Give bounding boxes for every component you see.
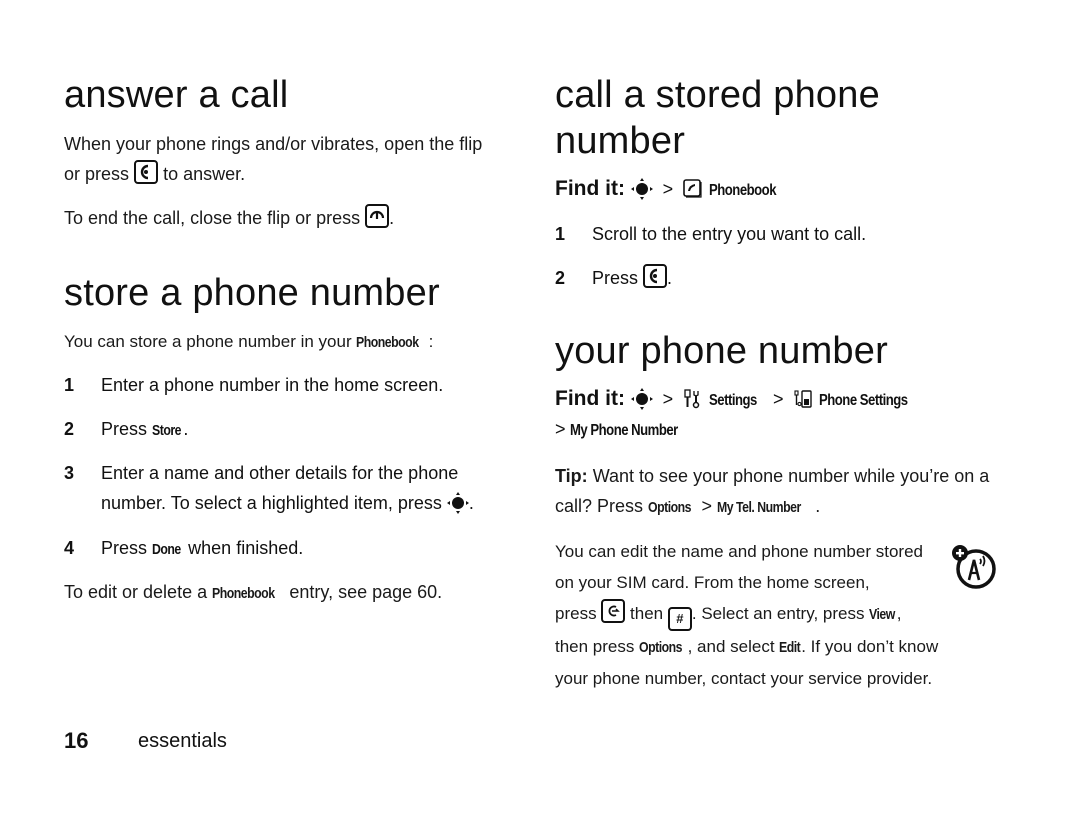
- step-number: 1: [64, 375, 75, 395]
- text: ,: [896, 604, 902, 623]
- term-options: Options: [639, 639, 683, 656]
- sim-paragraph: You can edit the name and phone number s…: [555, 536, 955, 694]
- text: then press: [555, 637, 635, 656]
- page-number: 16: [64, 728, 89, 753]
- term-store: Store: [152, 422, 182, 439]
- end-key-icon: [365, 204, 390, 228]
- term-phonebook: Phonebook: [212, 585, 275, 602]
- text: call? Press: [555, 496, 644, 516]
- step-number: 2: [64, 419, 75, 439]
- text: when finished.: [188, 538, 304, 558]
- store-intro: You can store a phone number in your Pho…: [64, 327, 433, 358]
- text: then: [630, 604, 664, 623]
- section-title-answer-call: answer a call: [64, 74, 289, 116]
- settings-icon: [683, 389, 703, 409]
- step-number: 4: [64, 538, 75, 558]
- text: When your phone rings and/or vibrates, o…: [64, 134, 483, 154]
- text: .: [468, 493, 474, 513]
- text: To end the call, close the flip or press: [64, 208, 361, 228]
- text: Press: [101, 538, 148, 558]
- path-phonebook: Phonebook: [708, 182, 776, 199]
- network-feature-icon: [950, 543, 998, 591]
- text: .: [183, 419, 189, 439]
- path-settings: Settings: [708, 392, 757, 409]
- step-text: Enter a name and other details for the p…: [101, 458, 521, 518]
- path-separator: >: [701, 496, 713, 516]
- step-text: Press .: [592, 263, 1012, 293]
- term-view: View: [869, 606, 896, 623]
- path-separator: >: [555, 419, 566, 439]
- find-it-path: Find it: > Settings > Phone Settings > My…: [555, 385, 923, 445]
- text: Press: [592, 268, 639, 288]
- path-phone-settings: Phone Settings: [819, 392, 908, 409]
- text: number. To select a highlighted item, pr…: [101, 493, 442, 513]
- tip-paragraph: Tip: Want to see your phone number while…: [555, 461, 1015, 523]
- text: You can edit the name and phone number s…: [555, 542, 923, 561]
- term-my-tel-number: My Tel. Number: [717, 499, 801, 516]
- send-key-icon: [134, 160, 159, 184]
- nav-key-icon: [447, 492, 469, 514]
- phonebook-icon: [683, 179, 703, 199]
- section-title-call-stored: call a stored phone: [555, 74, 880, 116]
- nav-key-icon: [631, 388, 653, 410]
- path-separator: >: [662, 389, 674, 409]
- send-key-icon: [643, 264, 668, 288]
- text: . If you don’t know: [801, 637, 939, 656]
- clear-key-icon: [601, 599, 626, 623]
- term-edit: Edit: [779, 639, 801, 656]
- path-my-phone-number: My Phone Number: [569, 422, 678, 439]
- path-separator: >: [662, 179, 674, 199]
- section-title-your-number: your phone number: [555, 330, 888, 372]
- text: or press: [64, 164, 130, 184]
- find-it-label: Find it:: [555, 177, 625, 200]
- tip-label: Tip:: [555, 466, 588, 486]
- step-text: Press Done when finished.: [101, 533, 521, 565]
- phone-settings-icon: [793, 389, 813, 409]
- section-title-store-number: store a phone number: [64, 272, 440, 314]
- text: .: [667, 268, 673, 288]
- text: .: [815, 496, 821, 516]
- section-title-call-stored-cont: number: [555, 120, 686, 162]
- text: to answer.: [163, 164, 246, 184]
- term-phonebook: Phonebook: [356, 334, 419, 351]
- end-call-paragraph: To end the call, close the flip or press…: [64, 203, 394, 233]
- text: Want to see your phone number while you’…: [592, 466, 990, 486]
- text: on your SIM card. From the home screen,: [555, 573, 870, 592]
- find-it-label: Find it:: [555, 387, 625, 410]
- step-number: 2: [555, 268, 566, 288]
- step-number: 1: [555, 224, 566, 244]
- nav-key-icon: [631, 178, 653, 200]
- term-done: Done: [152, 541, 181, 558]
- store-outro: To edit or delete a Phonebook entry, see…: [64, 577, 442, 609]
- term-options: Options: [648, 499, 692, 516]
- text: Enter a name and other details for the p…: [101, 463, 459, 483]
- section-label: essentials: [138, 730, 227, 752]
- step-text: Enter a phone number in the home screen.: [101, 375, 444, 395]
- text: To edit or delete a: [64, 582, 208, 602]
- path-separator: >: [773, 389, 784, 409]
- text: You can store a phone number in your: [64, 332, 352, 351]
- step-number: 3: [64, 463, 75, 483]
- text: your phone number, contact your service …: [555, 669, 933, 688]
- text: Press: [101, 419, 148, 439]
- text: :: [428, 332, 434, 351]
- text: .: [389, 208, 395, 228]
- step-text: Press Store.: [101, 414, 521, 446]
- text: . Select an entry, press: [691, 604, 865, 623]
- text: press: [555, 604, 597, 623]
- text: entry, see page 60.: [289, 582, 443, 602]
- find-it-path: Find it: > Phonebook: [555, 175, 787, 205]
- text: , and select: [687, 637, 775, 656]
- hash-key-icon: #: [667, 607, 692, 631]
- step-text: Scroll to the entry you want to call.: [592, 224, 867, 244]
- answer-paragraph: When your phone rings and/or vibrates, o…: [64, 129, 514, 189]
